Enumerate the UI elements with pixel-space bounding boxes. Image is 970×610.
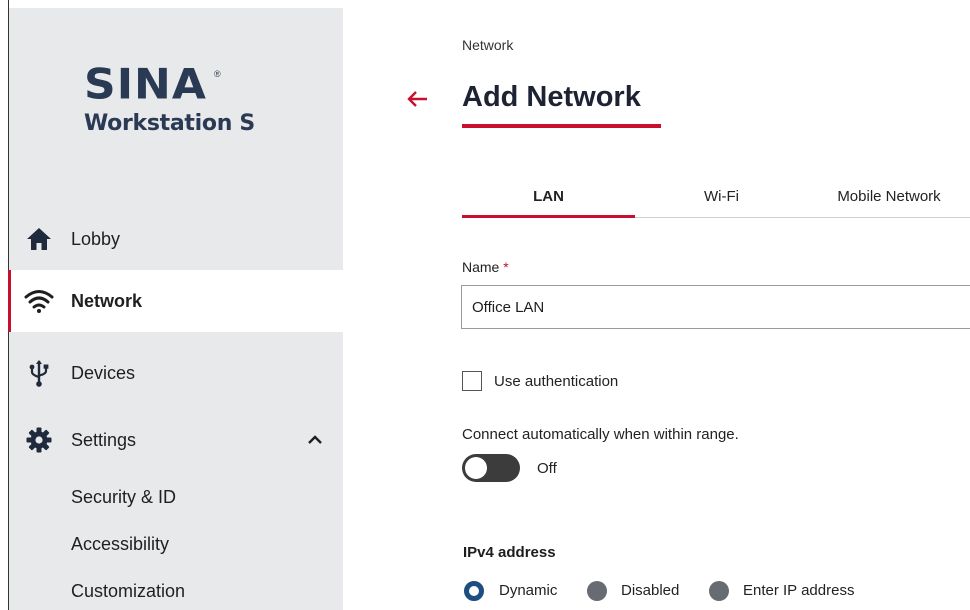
ipv4-disabled-label: Disabled [621,582,680,599]
sidebar-item-devices[interactable]: Devices [9,342,343,404]
logo-product-name: Workstation S [84,111,255,136]
sidebar-item-label: Network [71,290,143,311]
title-underline [462,124,661,128]
use-authentication-checkbox[interactable] [462,371,482,391]
logo: SINA ® Workstation S [84,63,255,136]
ipv4-enter-ip-radio[interactable] [709,581,729,601]
name-field-label: Name * [462,259,509,275]
tab-lan[interactable]: LAN [462,182,635,218]
sidebar-item-label: Settings [71,429,137,450]
name-input[interactable] [461,285,970,329]
sidebar-subitem-customization[interactable]: Customization [71,581,185,602]
sidebar-item-lobby[interactable]: Lobby [9,208,343,270]
wifi-icon [23,285,55,317]
sidebar-item-network[interactable]: Network [8,270,343,332]
sidebar-item-label: Lobby [71,228,121,249]
required-mark: * [503,259,509,275]
ipv4-address-label: IPv4 address [463,544,556,561]
logo-wordmark: SINA [84,60,207,109]
name-label-text: Name [462,259,500,275]
use-authentication-label: Use authentication [494,373,619,390]
sidebar-subitem-security-id[interactable]: Security & ID [71,487,176,508]
tab-mobile-network[interactable]: Mobile Network [808,182,970,218]
ipv4-dynamic-label: Dynamic [499,582,558,599]
tab-wifi[interactable]: Wi-Fi [635,182,808,218]
auto-connect-toggle[interactable] [462,454,520,482]
ipv4-disabled-radio[interactable] [587,581,607,601]
ipv4-dynamic-radio[interactable] [464,581,484,601]
back-arrow-icon[interactable] [405,86,431,112]
registered-mark: ® [214,69,221,79]
gear-icon [23,424,55,456]
ipv4-enter-ip-label: Enter IP address [743,582,855,599]
page-title: Add Network [462,81,641,113]
home-icon [23,223,55,255]
toggle-knob [465,457,487,479]
sidebar-subitem-accessibility[interactable]: Accessibility [71,534,169,555]
sidebar-item-settings[interactable]: Settings [9,409,343,471]
breadcrumb[interactable]: Network [462,37,513,53]
active-tab-indicator [462,215,635,218]
usb-icon [23,357,55,389]
auto-connect-label: Connect automatically when within range. [462,426,739,443]
sidebar-item-label: Devices [71,362,136,383]
chevron-up-icon[interactable] [305,430,325,450]
auto-connect-state: Off [537,460,557,477]
sidebar: SINA ® Workstation S Lobby Network Devic… [8,8,343,610]
network-type-tabs: LAN Wi-Fi Mobile Network [462,182,970,218]
